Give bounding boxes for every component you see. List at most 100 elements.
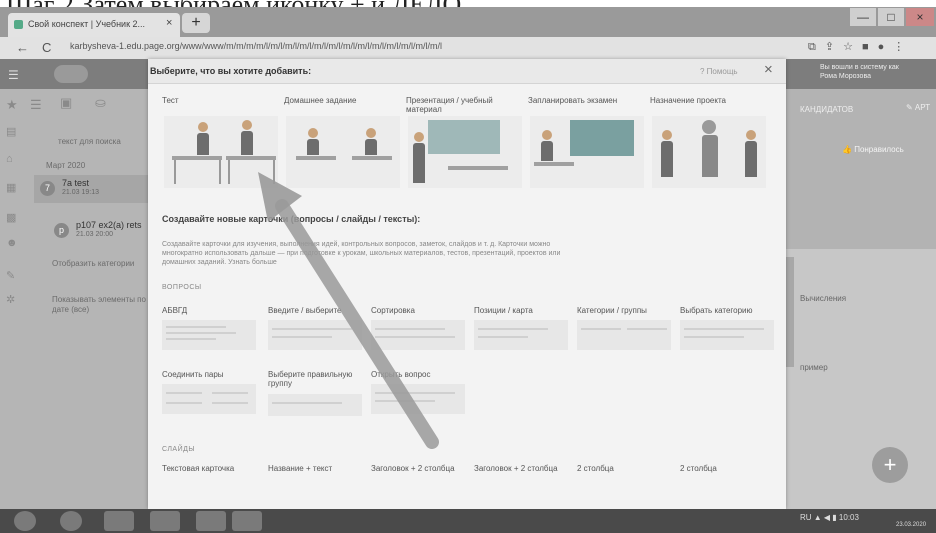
list-icon[interactable]: ☰ [30,97,42,113]
question-type[interactable]: Категории / группы [577,306,677,315]
menu-dots-icon[interactable]: ⋮ [893,41,904,53]
folder-icon[interactable] [232,511,262,531]
star-icon[interactable]: ☆ [843,41,853,53]
edit-button[interactable]: ✎ АРТ [906,103,930,112]
board-icon[interactable]: ▣ [60,95,72,111]
categories-link[interactable]: Отобразить категории [52,259,134,268]
scrollbar[interactable] [786,257,794,367]
pencil-icon[interactable]: ✎ [6,269,15,282]
slide-type[interactable]: 2 столбца [577,464,677,473]
close-window-button[interactable]: × [906,8,934,26]
tray-status: RU ▲ ◀ ▮ 10:03 [800,513,859,522]
list-item[interactable]: p p107 ex2(a) rets 21.03 20:00 [48,217,148,245]
question-type[interactable]: Выберите правильную группу [268,370,368,388]
question-type[interactable]: Соединить пары [162,370,262,379]
tray-date: 23.03.2020 [896,522,927,528]
slides-header: СЛАЙДЫ [162,446,196,453]
dialog-close-icon[interactable]: × [764,61,773,78]
test-illustration [164,116,278,188]
slide-type[interactable]: Заголовок + 2 столбца [474,464,574,473]
question-preview [162,384,256,414]
homework-illustration [286,116,400,188]
question-label: Категории / группы [577,306,647,315]
slide-type[interactable]: 2 столбца [680,464,780,473]
reload-icon[interactable]: C [42,40,51,55]
question-type[interactable]: Сортировка [371,306,471,315]
question-preview [371,320,465,350]
type-card-label: Домашнее задание [284,96,357,105]
slide-type[interactable]: Заголовок + 2 столбца [371,464,471,473]
profile-icon[interactable]: ● [878,41,885,53]
like-text: Понравилось [854,145,904,154]
like-button[interactable]: 👍 Понравилось [842,145,904,154]
minimize-button[interactable]: — [850,8,876,26]
question-label: Соединить пары [162,370,224,379]
thumbs-up-icon: 👍 [842,145,855,154]
slide-type[interactable]: Название + текст [268,464,368,473]
exam-illustration [530,116,644,188]
extension-icon[interactable]: ■ [862,41,869,53]
slide-type[interactable]: Текстовая карточка [162,464,262,473]
list-item[interactable]: 7 7a test 21.03 19:13 [34,175,148,203]
user-info[interactable]: Вы вошли в систему как Рома Морозова [820,63,899,81]
copy-icon[interactable]: ⧉ [808,41,816,53]
media-icon[interactable] [150,511,180,531]
search-input[interactable]: текст для поиска [58,137,121,146]
question-type[interactable]: Выбрать категорию [680,306,780,315]
window-controls: — □ × [850,8,934,26]
new-tab-button[interactable]: + [182,13,210,33]
question-preview [268,394,362,416]
question-type[interactable]: АБВГД [162,306,262,315]
type-card-label: Тест [162,96,179,105]
tab-close-icon[interactable]: × [166,17,172,29]
type-card-presentation[interactable]: Презентация / учебный материал [406,96,526,196]
grid-icon[interactable]: ▩ [6,211,16,224]
question-label: Введите / выберите [268,306,342,315]
favicon-icon [14,20,23,29]
question-type[interactable]: Открыть вопрос [371,370,471,379]
section-description: Создавайте карточки для изучения, выполн… [162,241,561,266]
presentation-illustration [408,116,522,188]
tab-title: Свой конспект | Учебник 2... [28,19,146,29]
type-card-project[interactable]: Назначение проекта [650,96,770,196]
type-card-test[interactable]: Тест [162,96,282,196]
type-card-homework[interactable]: Домашнее задание [284,96,404,196]
sort-link-date[interactable]: дате (все) [52,305,89,314]
url-field[interactable]: karbysheva-1.edu.page.org/www/www/m/m/m/… [70,41,790,55]
add-fab-button[interactable]: + [872,447,908,483]
dialog-title: Выберите, что вы хотите добавить: [150,66,312,76]
question-type[interactable]: Введите / выберите [268,306,368,315]
help-link[interactable]: ? Помощь [700,67,738,76]
questions-header: ВОПРОСЫ [162,284,202,291]
home-icon[interactable]: ⌂ [6,153,13,165]
item-date: 21.03 19:13 [62,189,99,196]
question-label: Сортировка [371,306,415,315]
share-icon[interactable]: ⇪ [825,41,834,53]
browser-tab[interactable]: Свой конспект | Учебник 2... × [8,13,180,37]
chrome-icon[interactable] [104,511,134,531]
start-icon[interactable] [14,511,36,531]
right-pane: КАНДИДАТОВ ✎ АРТ 👍 Понравилось Вычислени… [786,89,936,509]
type-card-label: Запланировать экзамен [528,96,618,105]
browser-icon[interactable] [60,511,82,531]
maximize-button[interactable]: □ [878,8,904,26]
type-card-exam[interactable]: Запланировать экзамен [528,96,648,196]
question-type[interactable]: Позиции / карта [474,306,574,315]
star-icon[interactable]: ★ [6,97,18,113]
back-icon[interactable]: ← [16,40,29,55]
bag-icon[interactable]: ⛀ [95,95,106,111]
question-label: Выбрать категорию [680,306,753,315]
calendar-icon[interactable]: ▦ [6,181,16,194]
user-line-2: Рома Морозова [820,73,871,80]
people-icon[interactable]: ☻ [6,237,18,249]
item-title: 7a test [62,178,90,188]
item-avatar: p [54,223,69,238]
group-label: Март 2020 [46,161,86,170]
gear-icon[interactable]: ✲ [6,293,15,306]
tab-candidates[interactable]: КАНДИДАТОВ [800,105,853,114]
sort-link[interactable]: Показывать элементы по [52,295,146,304]
question-preview [268,320,362,350]
hamburger-icon[interactable]: ☰ [8,68,19,82]
folder-icon[interactable]: ▤ [6,125,16,138]
word-icon[interactable] [196,511,226,531]
